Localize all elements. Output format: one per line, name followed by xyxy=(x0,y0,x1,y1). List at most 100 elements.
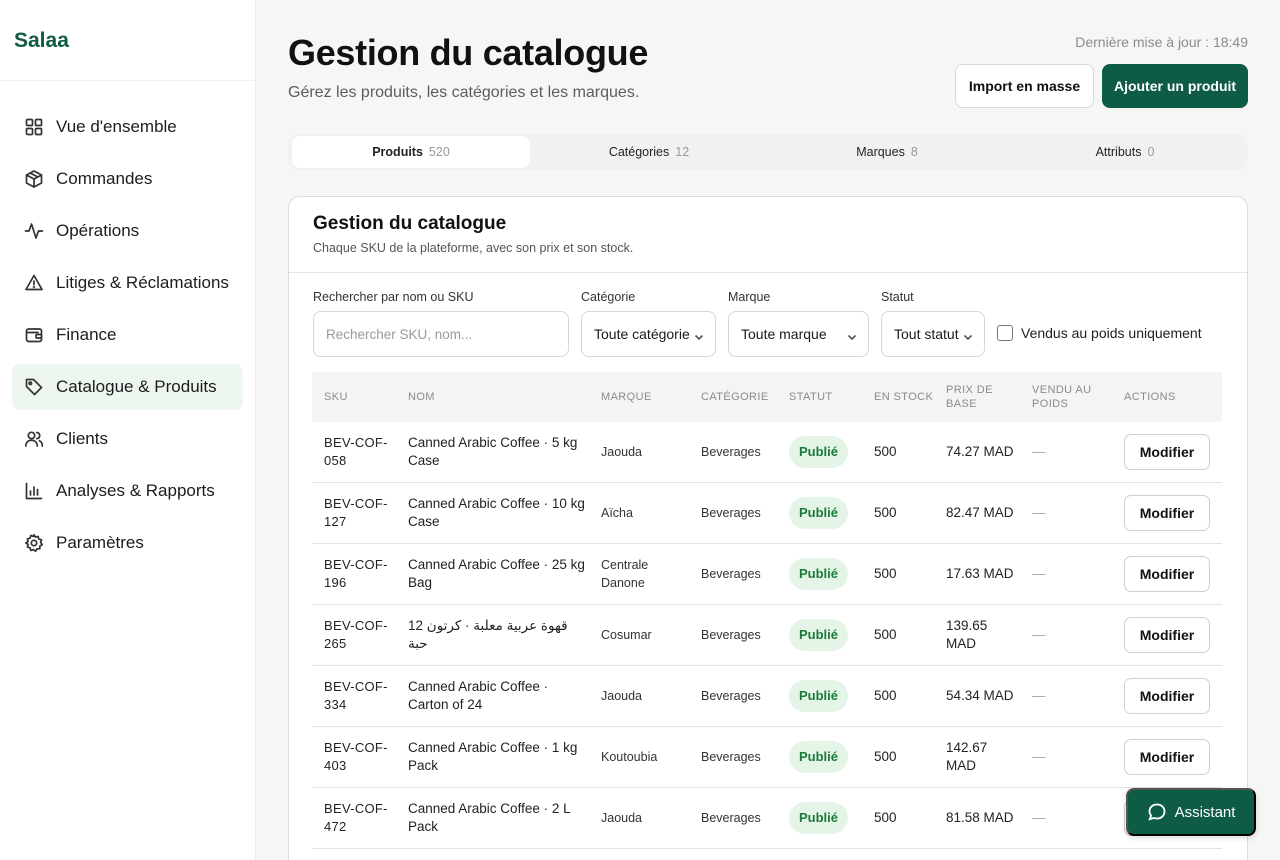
status-cell: Publié xyxy=(777,436,862,468)
card-title: Gestion du catalogue xyxy=(313,213,507,234)
brand-cell: Jaouda xyxy=(601,811,643,825)
edit-button[interactable]: Modifier xyxy=(1124,617,1210,653)
product-name-cell: Canned Arabic Coffee · 10 kg Case xyxy=(408,496,585,529)
card-header: Gestion du catalogue Chaque SKU de la pl… xyxy=(289,197,1247,273)
brand-cell: Aïcha xyxy=(601,506,633,520)
status-badge: Publié xyxy=(789,619,849,651)
tab-label: Catégories xyxy=(608,145,670,159)
by-weight-cell: — xyxy=(1032,749,1046,764)
chat-bubble-icon xyxy=(1147,802,1175,822)
sidebar-item-operations[interactable]: Opérations xyxy=(12,208,243,254)
sku-cell: BEV-COF-265 xyxy=(324,618,388,651)
column-header-status[interactable]: STATUT xyxy=(777,390,862,404)
brand-cell: Jaouda xyxy=(601,445,643,459)
by-weight-cell: — xyxy=(1032,505,1046,520)
users-icon xyxy=(24,429,44,449)
stock-cell: 500 xyxy=(874,627,897,642)
tab-label: Produits xyxy=(372,145,423,159)
sidebar-item-orders[interactable]: Commandes xyxy=(12,156,243,202)
category-cell: Beverages xyxy=(701,506,761,520)
bulk-import-button[interactable]: Import en masse xyxy=(955,64,1094,108)
sku-cell: BEV-COF-196 xyxy=(324,557,388,590)
edit-button[interactable]: Modifier xyxy=(1124,556,1210,592)
warning-icon xyxy=(24,273,44,293)
status-select[interactable]: Tout statut xyxy=(881,311,985,357)
package-icon xyxy=(24,169,44,189)
sidebar-item-catalogue[interactable]: Catalogue & Produits xyxy=(12,364,243,410)
weight-only-checkbox[interactable] xyxy=(997,325,1013,341)
column-header-name[interactable]: NOM xyxy=(396,390,589,404)
actions-cell: Modifier xyxy=(1112,678,1222,714)
status-badge: Publié xyxy=(789,497,849,529)
tab-count: 8 xyxy=(910,145,918,159)
search-input[interactable]: Rechercher SKU, nom... xyxy=(313,311,569,357)
sidebar-item-label: Paramètres xyxy=(56,533,144,552)
sidebar-item-label: Opérations xyxy=(56,221,140,240)
by-weight-cell: — xyxy=(1032,688,1046,703)
product-name-cell: Canned Arabic Coffee · 5 kg Case xyxy=(408,435,578,468)
brand-logo[interactable]: Salaa xyxy=(0,0,255,81)
sku-cell: BEV-COF-334 xyxy=(324,679,388,712)
tab-count: 0 xyxy=(1147,145,1155,159)
status-cell: Publié xyxy=(777,619,862,651)
main-content: Gestion du catalogue Gérez les produits,… xyxy=(256,0,1280,860)
tab-count: 12 xyxy=(675,145,690,159)
sidebar-item-label: Litiges & Réclamations xyxy=(56,273,229,292)
column-header-stock[interactable]: EN STOCK xyxy=(862,390,934,404)
status-filter-label: Statut xyxy=(881,290,914,304)
brand-cell: Jaouda xyxy=(601,689,643,703)
product-name-cell: Canned Arabic Coffee · 25 kg Bag xyxy=(408,557,585,590)
sidebar-item-label: Analyses & Rapports xyxy=(56,481,215,500)
table-row: BEV-COF-058 Canned Arabic Coffee · 5 kg C… xyxy=(312,422,1222,483)
assistant-label: Assistant xyxy=(1174,803,1236,821)
column-header-sku[interactable]: SKU xyxy=(312,390,396,404)
weight-only-filter: Vendus au poids uniquement xyxy=(997,325,1202,341)
brand-cell: Centrale Danone xyxy=(601,558,649,590)
category-cell: Beverages xyxy=(701,811,761,825)
page-title: Gestion du catalogue xyxy=(288,32,649,73)
sku-cell: BEV-COF-472 xyxy=(324,801,388,834)
category-cell: Beverages xyxy=(701,628,761,642)
sidebar-item-overview[interactable]: Vue d'ensemble xyxy=(12,104,243,150)
chevron-down-icon xyxy=(963,329,973,341)
edit-button[interactable]: Modifier xyxy=(1124,495,1210,531)
edit-button[interactable]: Modifier xyxy=(1124,678,1210,714)
price-cell: 74.27 MAD xyxy=(946,444,1014,459)
sidebar-item-finance[interactable]: Finance xyxy=(12,312,243,358)
sidebar-item-clients[interactable]: Clients xyxy=(12,416,243,462)
brand-cell: Koutoubia xyxy=(601,750,658,764)
chevron-down-icon xyxy=(847,329,857,341)
category-cell: Beverages xyxy=(701,445,761,459)
status-cell: Publié xyxy=(777,497,862,529)
products-table: SKU NOM MARQUE CATÉGORIE STATUT EN STOCK… xyxy=(312,372,1222,849)
column-header-by-weight[interactable]: VENDU AU POIDS xyxy=(1020,383,1112,411)
tab-brands[interactable]: Marques 8 xyxy=(768,136,1006,168)
stock-cell: 500 xyxy=(874,566,897,581)
add-product-button[interactable]: Ajouter un produit xyxy=(1102,64,1248,108)
bar-chart-icon xyxy=(24,481,44,501)
sidebar-item-disputes[interactable]: Litiges & Réclamations xyxy=(12,260,243,306)
grid-icon xyxy=(24,117,44,137)
sidebar-item-settings[interactable]: Paramètres xyxy=(12,520,243,566)
page-subtitle: Gérez les produits, les catégories et le… xyxy=(288,84,640,101)
tag-icon xyxy=(24,377,44,397)
status-select-value: Tout statut xyxy=(894,326,959,342)
column-header-category[interactable]: CATÉGORIE xyxy=(689,390,777,404)
assistant-button[interactable]: Assistant xyxy=(1126,788,1256,836)
column-header-brand[interactable]: MARQUE xyxy=(589,390,689,404)
status-cell: Publié xyxy=(777,558,862,590)
column-header-price[interactable]: PRIX DE BASE xyxy=(934,383,1020,411)
edit-button[interactable]: Modifier xyxy=(1124,739,1210,775)
edit-button[interactable]: Modifier xyxy=(1124,434,1210,470)
sidebar-item-analytics[interactable]: Analyses & Rapports xyxy=(12,468,243,514)
table-row: BEV-COF-127 Canned Arabic Coffee · 10 kg … xyxy=(312,483,1222,544)
stock-cell: 500 xyxy=(874,749,897,764)
tab-categories[interactable]: Catégories 12 xyxy=(530,136,768,168)
table-row: BEV-COF-196 Canned Arabic Coffee · 25 kg … xyxy=(312,544,1222,605)
tab-products[interactable]: Produits 520 xyxy=(292,136,530,168)
product-name-cell: Canned Arabic Coffee · 2 L Pack xyxy=(408,801,571,834)
brand-select[interactable]: Toute marque xyxy=(728,311,869,357)
category-select[interactable]: Toute catégorie xyxy=(581,311,716,357)
column-header-actions: ACTIONS xyxy=(1124,391,1176,403)
tab-attributes[interactable]: Attributs 0 xyxy=(1006,136,1244,168)
